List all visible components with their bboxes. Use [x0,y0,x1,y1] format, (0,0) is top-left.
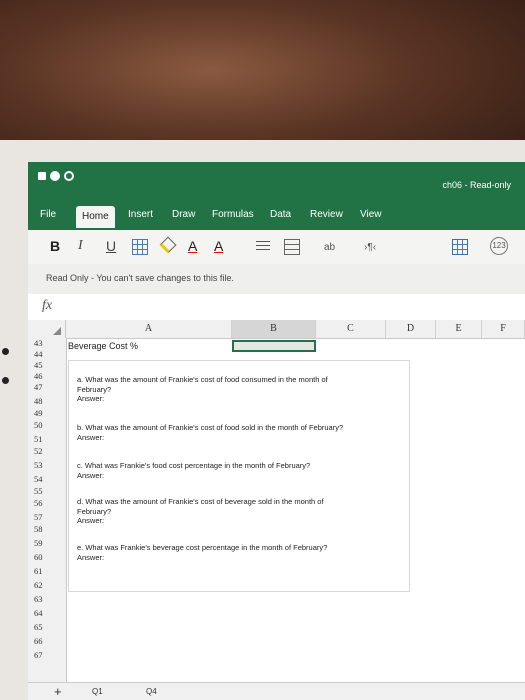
row-header[interactable]: 52 [28,446,66,456]
row-header[interactable]: 64 [28,608,66,618]
row-header[interactable]: 46 [28,371,66,381]
answer-label: Answer: [77,394,105,403]
tab-view[interactable]: View [354,204,388,226]
window-menu-icon[interactable] [38,172,46,180]
sheet-tab-q4[interactable]: Q4 [146,687,157,696]
row-header[interactable]: 45 [28,360,66,370]
row-headers: 43 44 45 46 47 48 49 50 51 52 53 54 55 5… [28,338,67,700]
merge-cells-icon[interactable] [284,239,300,255]
column-headers: A B C D E F [28,320,525,339]
question-text: b. What was the amount of Frankie's cost… [77,423,344,432]
document-title: ch06 - Read-only [442,180,511,190]
column-header[interactable]: A [66,320,232,338]
row-header[interactable]: 55 [28,486,66,496]
row-header[interactable]: 66 [28,636,66,646]
row-header[interactable]: 59 [28,538,66,548]
question-text: e. What was Frankie's beverage cost perc… [77,543,328,552]
font-color-button[interactable]: A [188,238,197,254]
add-sheet-button[interactable]: + [54,684,62,699]
answer-label: Answer: [77,432,105,442]
cell-a43[interactable]: Beverage Cost % [68,341,138,351]
fill-color-icon[interactable] [159,236,177,254]
tab-insert[interactable]: Insert [122,204,159,226]
italic-button[interactable]: I [78,238,83,254]
question-text: February? [77,506,112,516]
row-header[interactable]: 44 [28,349,66,359]
excel-window: ch06 - Read-only File Home Insert Draw F… [28,162,525,700]
column-header[interactable]: D [386,320,436,338]
row-header[interactable]: 51 [28,434,66,444]
column-header[interactable]: C [316,320,386,338]
read-only-bar: Read Only - You can't save changes to th… [28,264,525,295]
title-bar: ch06 - Read-only [28,162,525,198]
tab-formulas[interactable]: Formulas [206,204,260,226]
question-d: d. What was the amount of Frankie's cost… [77,497,407,526]
bullet-dot [2,377,9,384]
question-text: a. What was the amount of Frankie's cost… [77,375,328,384]
row-header[interactable]: 62 [28,580,66,590]
question-text: c. What was Frankie's food cost percenta… [77,461,311,470]
question-text: d. What was the amount of Frankie's cost… [77,497,324,506]
answer-label: Answer: [77,470,105,480]
question-b: b. What was the amount of Frankie's cost… [77,423,407,442]
row-header[interactable]: 47 [28,382,66,392]
row-header[interactable]: 56 [28,498,66,508]
spreadsheet-grid[interactable]: A B C D E F 43 44 45 46 47 48 49 50 51 5… [28,320,525,700]
question-e: e. What was Frankie's beverage cost perc… [77,543,407,562]
tab-draw[interactable]: Draw [166,204,201,226]
tab-file[interactable]: File [34,204,62,226]
font-size-button[interactable]: A [214,238,223,254]
select-all-icon[interactable] [28,320,66,338]
row-header[interactable]: 48 [28,396,66,406]
column-header[interactable]: B [232,320,316,338]
row-header[interactable]: 63 [28,594,66,604]
column-header[interactable]: E [436,320,482,338]
row-header[interactable]: 54 [28,474,66,484]
selected-cell[interactable] [232,340,316,352]
question-a: a. What was the amount of Frankie's cost… [77,375,407,404]
align-icon[interactable] [256,241,270,253]
questions-textbox[interactable]: a. What was the amount of Frankie's cost… [68,360,410,592]
question-c: c. What was Frankie's food cost percenta… [77,461,407,480]
row-header[interactable]: 57 [28,512,66,522]
row-header[interactable]: 61 [28,566,66,576]
window-control-icon[interactable] [64,171,74,181]
row-header[interactable]: 60 [28,552,66,562]
row-header[interactable]: 58 [28,524,66,534]
row-header[interactable]: 67 [28,650,66,660]
borders-icon[interactable] [132,239,148,255]
read-only-message: Read Only - You can't save changes to th… [46,273,234,283]
row-header[interactable]: 50 [28,420,66,430]
row-header[interactable]: 43 [28,338,66,348]
tab-data[interactable]: Data [264,204,297,226]
ribbon-tabs: File Home Insert Draw Formulas Data Revi… [28,198,525,230]
row-header[interactable]: 65 [28,622,66,632]
tab-home[interactable]: Home [76,206,115,228]
tab-review[interactable]: Review [304,204,349,226]
paragraph-icon[interactable]: ›¶‹ [364,242,376,253]
underline-button[interactable]: U [106,238,116,254]
number-format-button[interactable]: 123 [490,237,508,255]
fx-icon[interactable]: fx [42,298,52,314]
answer-label: Answer: [77,516,105,525]
wrap-text-button[interactable]: ab [324,242,335,253]
formula-bar[interactable]: fx [28,294,525,321]
window-control-icon[interactable] [50,171,60,181]
sheet-tab-bar: + Q1 Q4 [28,682,525,700]
bullet-dot [2,348,9,355]
sheet-tab-q1[interactable]: Q1 [92,687,103,696]
answer-label: Answer: [77,552,105,562]
ribbon-toolbar: B I U A A ab ›¶‹ 123 [28,230,525,265]
table-format-icon[interactable] [452,239,468,255]
row-header[interactable]: 49 [28,408,66,418]
column-header[interactable]: F [482,320,525,338]
question-text: February? [77,384,112,394]
row-header[interactable]: 53 [28,460,66,470]
bold-button[interactable]: B [50,238,60,254]
